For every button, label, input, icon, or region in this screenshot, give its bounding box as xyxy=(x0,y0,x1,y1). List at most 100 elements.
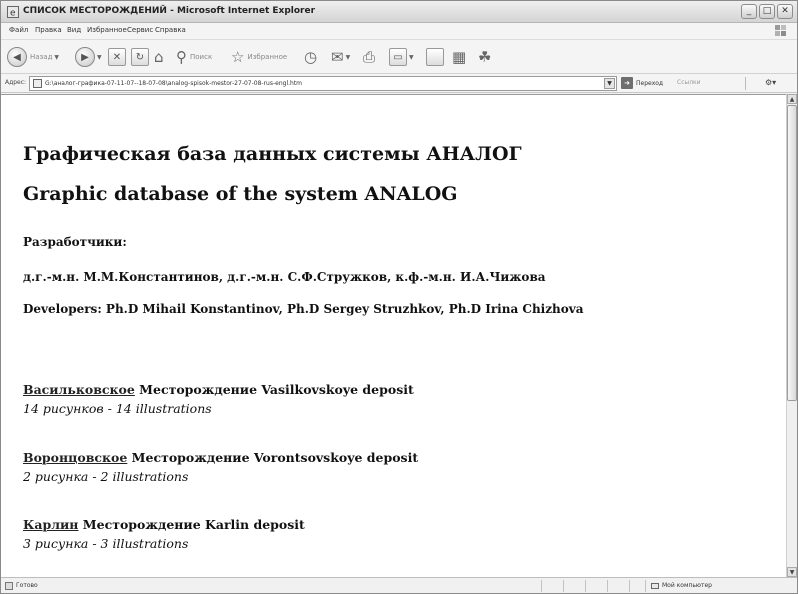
search-icon: ⚲ xyxy=(176,47,187,66)
print-icon: ⎙ xyxy=(363,47,376,66)
go-button[interactable]: ➜ Переход xyxy=(621,77,663,89)
forward-dropdown-icon[interactable]: ▼ xyxy=(97,54,102,61)
status-divider xyxy=(585,580,586,592)
status-bar: Готово Мой компьютер xyxy=(1,577,797,593)
discuss-button[interactable] xyxy=(426,46,444,68)
deposit-count: 14 рисунков - 14 illustrations xyxy=(23,401,212,416)
menu-tools[interactable]: Сервис xyxy=(127,26,153,34)
page-title-ru: Графическая база данных системы АНАЛОГ xyxy=(23,143,522,165)
refresh-icon: ↻ xyxy=(131,48,149,66)
refresh-button[interactable]: ↻ xyxy=(131,46,149,68)
status-divider xyxy=(541,580,542,592)
address-bar: Адрес: G:\аналог-графика-07-11-07--18-07… xyxy=(1,74,797,93)
title-bar: e СПИСОК МЕСТОРОЖДЕНИЙ - Microsoft Inter… xyxy=(1,1,797,23)
status-divider xyxy=(563,580,564,592)
page-title-en: Graphic database of the system ANALOG xyxy=(23,183,458,205)
minimize-icon: _ xyxy=(746,6,752,16)
status-divider xyxy=(607,580,608,592)
zone-label: Мой компьютер xyxy=(662,582,712,589)
star-icon: ☆ xyxy=(231,47,245,66)
maximize-icon: □ xyxy=(762,6,772,16)
menu-edit[interactable]: Правка xyxy=(35,26,62,34)
deposit-text: Месторождение Vasilkovskoye deposit xyxy=(134,382,414,397)
forward-arrow-icon: ▶ xyxy=(75,47,95,67)
menu-bar: Файл Правка Вид Избранное Сервис Справка xyxy=(1,23,797,40)
vertical-scrollbar[interactable]: ▲ ▼ xyxy=(786,94,797,577)
menu-favorites[interactable]: Избранное xyxy=(87,26,127,34)
research-icon: ▦ xyxy=(452,47,467,66)
scroll-thumb[interactable] xyxy=(787,105,797,401)
browser-window: e СПИСОК МЕСТОРОЖДЕНИЙ - Microsoft Inter… xyxy=(0,0,798,594)
messenger-icon: ☘ xyxy=(478,47,492,66)
deposit-item: Карлин Месторождение Karlin deposit xyxy=(23,517,305,532)
stop-icon: ✕ xyxy=(108,48,126,66)
page-status-icon xyxy=(5,582,13,590)
edit-button[interactable]: ▭ ▼ xyxy=(389,46,414,68)
edit-icon: ▭ xyxy=(389,48,407,66)
stop-button[interactable]: ✕ xyxy=(108,46,126,68)
status-divider xyxy=(629,580,630,592)
links-separator xyxy=(745,77,746,90)
discuss-icon xyxy=(426,48,444,66)
menu-help[interactable]: Справка xyxy=(155,26,186,34)
status-divider xyxy=(645,580,646,592)
close-button[interactable]: ✕ xyxy=(777,4,793,19)
page-icon xyxy=(33,79,42,88)
windows-logo-icon xyxy=(775,25,786,36)
mail-dropdown-icon[interactable]: ▼ xyxy=(346,54,351,61)
deposit-item: Васильковское Месторождение Vasilkovskoy… xyxy=(23,382,414,397)
address-input[interactable]: G:\аналог-графика-07-11-07--18-07-08\ana… xyxy=(29,76,617,91)
forward-button[interactable]: ▶ ▼ xyxy=(75,46,102,68)
developers-en: Developers: Ph.D Mihail Konstantinov, Ph… xyxy=(23,302,584,316)
back-dropdown-icon[interactable]: ▼ xyxy=(54,54,59,61)
status-text: Готово xyxy=(16,582,38,589)
deposit-link-vorontsovskoye[interactable]: Воронцовское xyxy=(23,450,127,465)
address-dropdown-icon[interactable]: ▼ xyxy=(604,78,615,89)
menu-file[interactable]: Файл xyxy=(9,26,28,34)
go-arrow-icon: ➜ xyxy=(621,77,633,89)
security-zone: Мой компьютер xyxy=(651,582,712,589)
address-url[interactable]: G:\аналог-графика-07-11-07--18-07-08\ana… xyxy=(45,80,302,87)
search-button[interactable]: ⚲ Поиск xyxy=(176,46,212,68)
developers-ru: д.г.-м.н. М.М.Константинов, д.г.-м.н. С.… xyxy=(23,270,546,284)
history-button[interactable]: ◷ xyxy=(304,46,317,68)
scroll-down-icon[interactable]: ▼ xyxy=(787,567,797,577)
close-icon: ✕ xyxy=(781,6,789,16)
back-arrow-icon: ◀ xyxy=(7,47,27,67)
home-icon: ⌂ xyxy=(154,47,164,66)
menu-view[interactable]: Вид xyxy=(67,26,81,34)
window-title: СПИСОК МЕСТОРОЖДЕНИЙ - Microsoft Interne… xyxy=(23,6,316,16)
minimize-button[interactable]: _ xyxy=(741,4,757,19)
scroll-up-icon[interactable]: ▲ xyxy=(787,94,797,104)
deposit-item: Воронцовское Месторождение Vorontsovskoy… xyxy=(23,450,418,465)
back-button[interactable]: ◀ Назад ▼ xyxy=(7,46,59,68)
ie-icon: e xyxy=(7,6,19,18)
deposit-link-vasilkovskoye[interactable]: Васильковское xyxy=(23,382,135,397)
favorites-label: Избранное xyxy=(247,53,288,61)
maximize-button[interactable]: □ xyxy=(759,4,775,19)
deposit-link-karlin[interactable]: Карлин xyxy=(23,517,78,532)
deposit-text: Месторождение Vorontsovskoye deposit xyxy=(127,450,419,465)
extension-icon[interactable]: ⚙▾ xyxy=(765,78,776,87)
links-button[interactable]: Ссылки xyxy=(677,79,701,86)
mail-icon: ✉ xyxy=(331,47,344,66)
home-button[interactable]: ⌂ xyxy=(154,46,164,68)
address-label: Адрес: xyxy=(5,79,27,86)
favorites-button[interactable]: ☆ Избранное xyxy=(231,46,287,68)
print-button[interactable]: ⎙ xyxy=(363,46,375,68)
go-label: Переход xyxy=(636,79,664,87)
back-label: Назад xyxy=(30,53,53,61)
deposit-count: 2 рисунка - 2 illustrations xyxy=(23,469,189,484)
svg-text:e: e xyxy=(10,9,16,19)
deposit-text: Месторождение Karlin deposit xyxy=(78,517,305,532)
history-icon: ◷ xyxy=(304,47,318,66)
page-content: Графическая база данных системы АНАЛОГ G… xyxy=(1,94,786,577)
search-label: Поиск xyxy=(190,53,213,61)
toolbar: ◀ Назад ▼ ▶ ▼ ✕ ↻ ⌂ ⚲ Поиск ☆ Избранное … xyxy=(1,40,797,74)
research-button[interactable]: ▦ xyxy=(452,46,466,68)
messenger-button[interactable]: ☘ xyxy=(478,46,491,68)
computer-icon xyxy=(651,582,659,589)
mail-button[interactable]: ✉ ▼ xyxy=(331,46,350,68)
developers-heading: Разработчики: xyxy=(23,235,127,249)
edit-dropdown-icon[interactable]: ▼ xyxy=(409,54,414,61)
